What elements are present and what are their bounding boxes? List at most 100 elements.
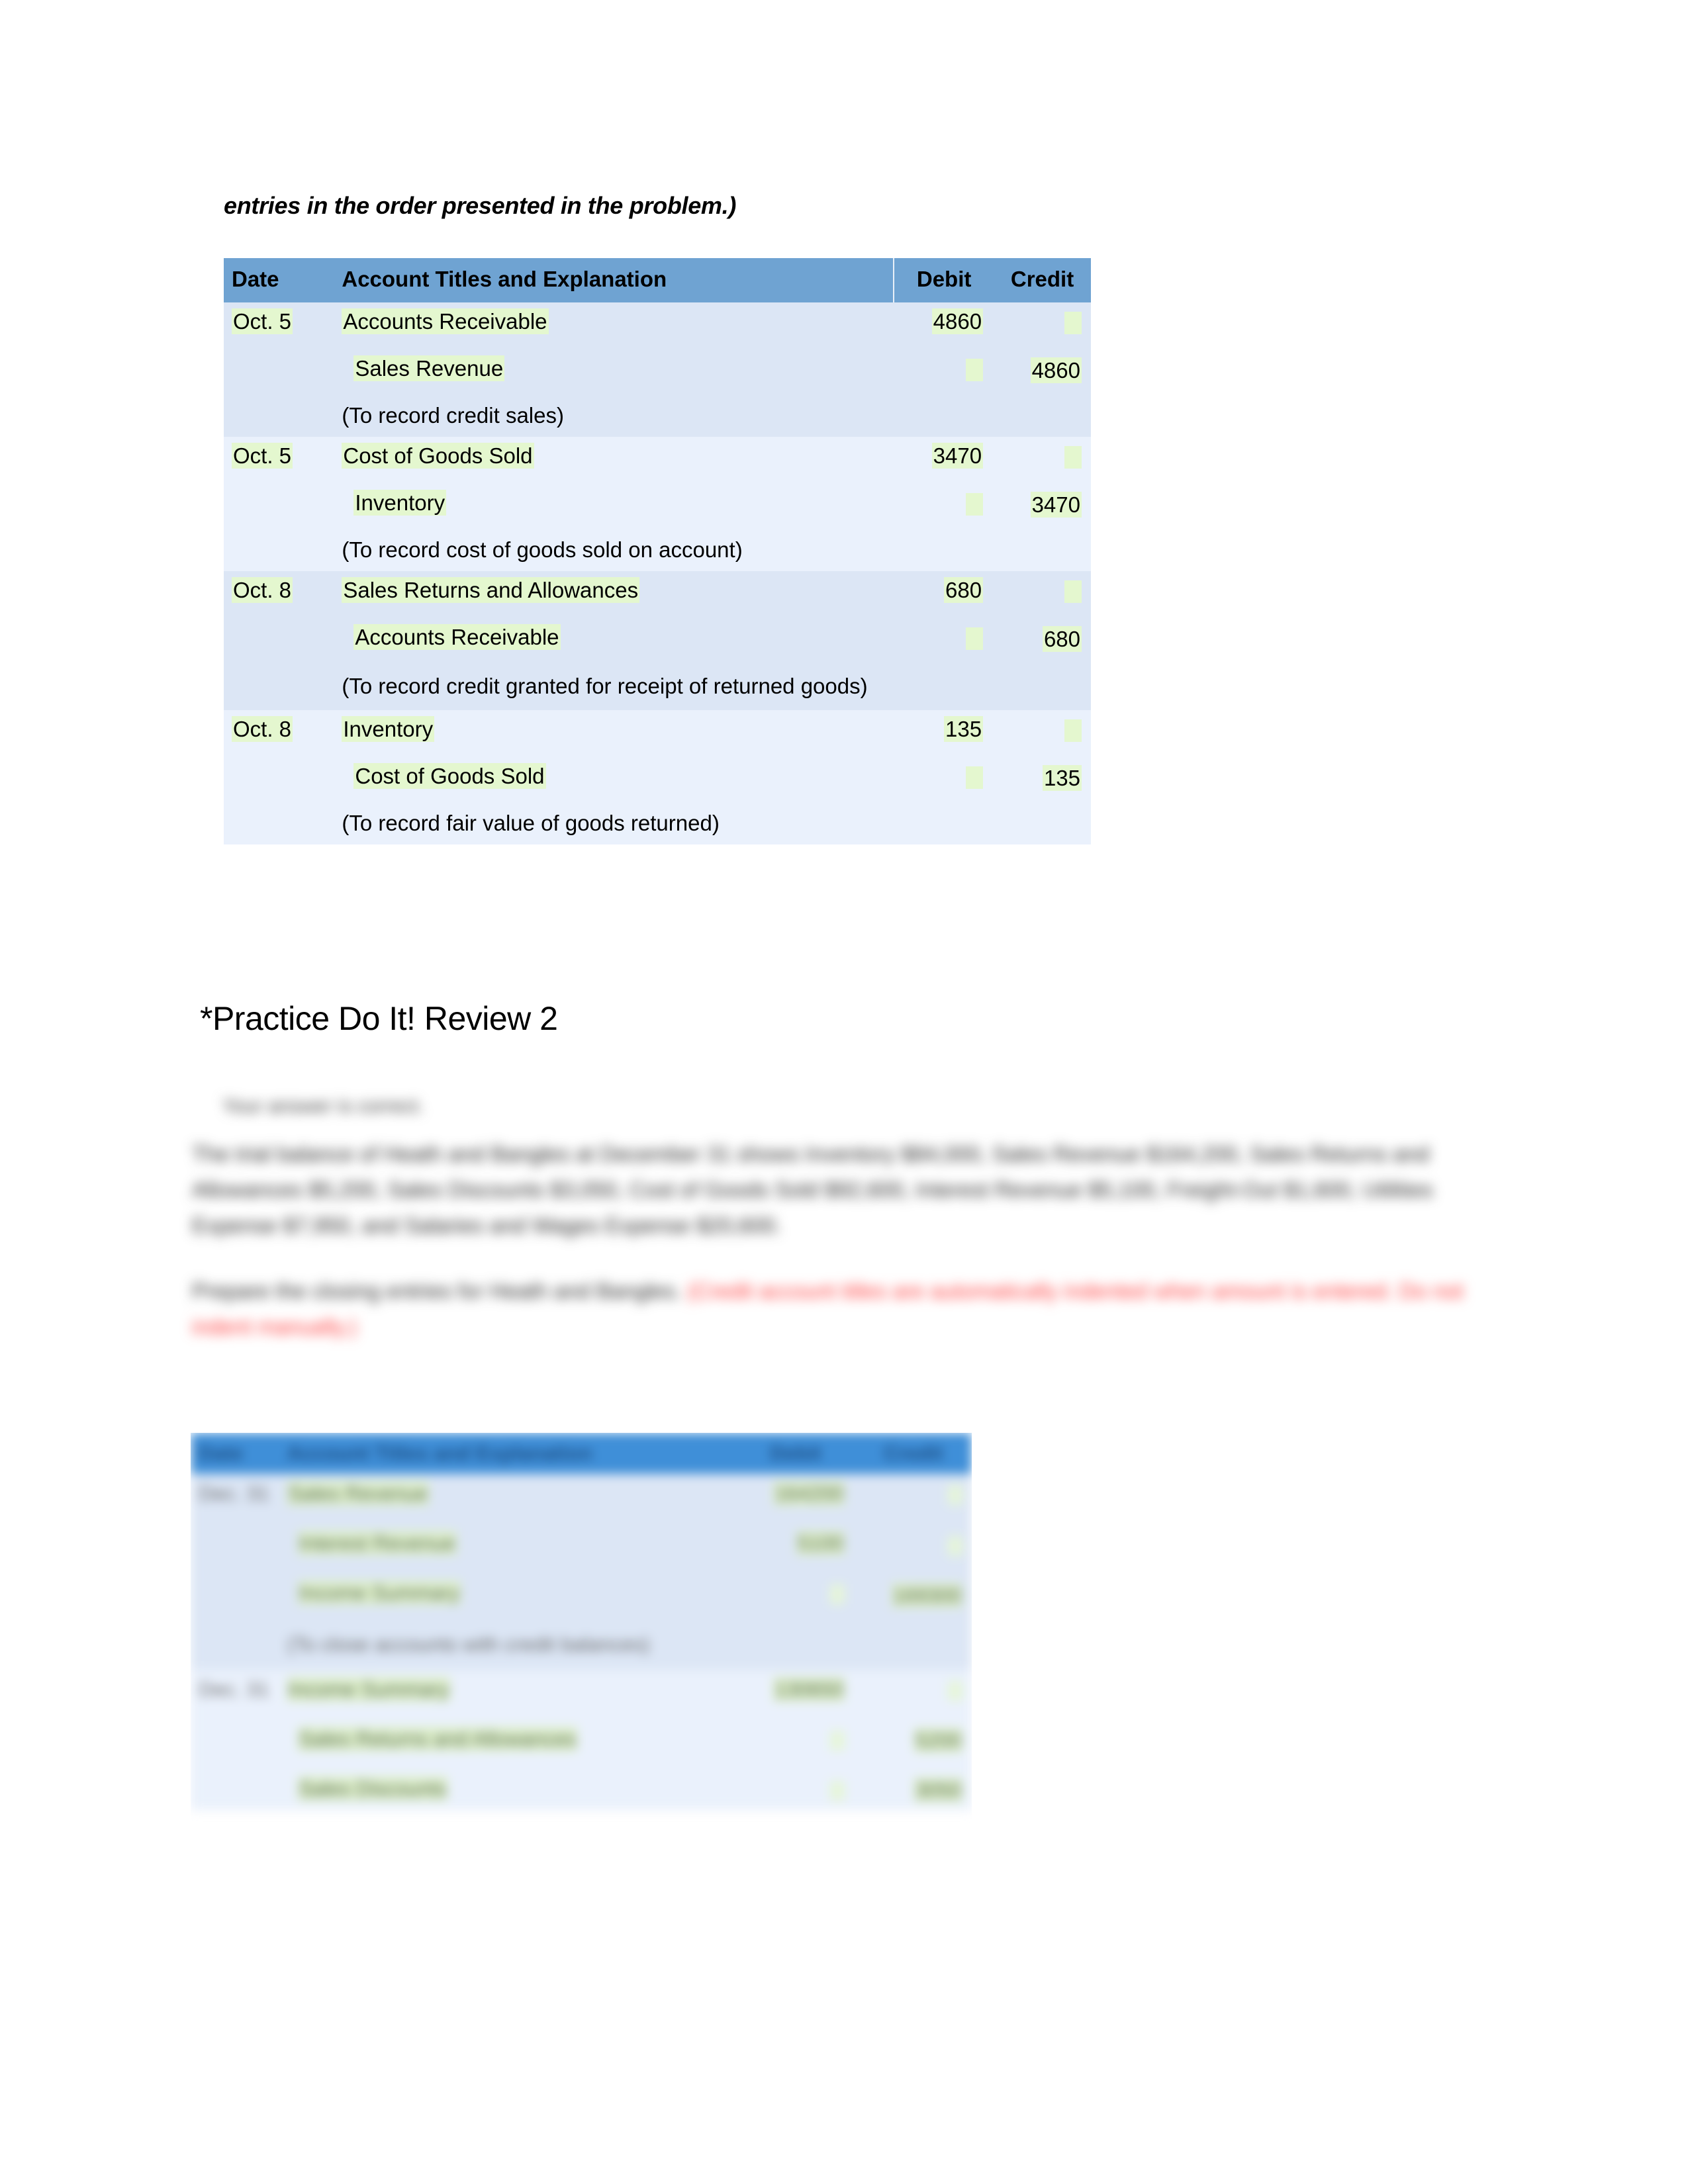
entry-explanation: (To record cost of goods sold on account… xyxy=(342,537,743,562)
entry-date: Oct. 5 xyxy=(232,442,293,469)
intro-instruction-line: entries in the order presented in the pr… xyxy=(224,192,737,219)
debit-amount-2: 164200 xyxy=(773,1481,845,1506)
account-name-2: Interest Revenue xyxy=(297,1531,457,1556)
credit-account-name: Accounts Receivable xyxy=(353,623,561,650)
debit-blank-box-2 xyxy=(829,1730,845,1751)
entry-debit-cell: 4860 xyxy=(894,302,993,437)
credit-amount: 680 xyxy=(1042,626,1082,653)
column-header-credit: Credit xyxy=(992,258,1091,302)
entry-date-cell: Oct. 5 xyxy=(224,436,334,571)
entry-debit-cell-2: 130650 xyxy=(735,1669,854,1811)
answer-status-label: Your answer is correct. xyxy=(222,1095,424,1117)
entry-credit-cell-2: 5200 3050 xyxy=(853,1669,972,1811)
credit-amount-2: 5200 xyxy=(914,1727,962,1752)
entry-date-cell: Oct. 8 xyxy=(224,570,334,710)
credit-account-name: Cost of Goods Sold xyxy=(353,762,546,789)
closing-entries-table: Date Account Titles and Explanation Debi… xyxy=(191,1433,972,1811)
debit-account-name: Accounts Receivable xyxy=(342,308,549,334)
debit-blank-box xyxy=(966,766,984,789)
credit-account-name: Inventory xyxy=(353,489,447,516)
table-row: Dec. 31 Income Summary Sales Returns and… xyxy=(191,1669,972,1811)
entry-accounts-cell: Accounts Receivable Sales Revenue (To re… xyxy=(334,302,894,437)
entry-explanation-2: (To close accounts with credit balances) xyxy=(287,1633,650,1657)
entry-date-2: Dec. 31 xyxy=(199,1677,269,1701)
credit-amount: 3470 xyxy=(1030,492,1082,518)
column-header-account-2: Account Titles and Explanation xyxy=(279,1433,736,1475)
table-row: Oct. 8 Inventory Cost of Goods Sold (To … xyxy=(224,709,1091,844)
document-page: entries in the order presented in the pr… xyxy=(0,0,1688,2184)
journal2-header-row: Date Account Titles and Explanation Debi… xyxy=(191,1433,972,1475)
journal-table-header-row: Date Account Titles and Explanation Debi… xyxy=(224,258,1091,302)
entry-date: Oct. 8 xyxy=(232,715,293,742)
entry-date-cell: Oct. 5 xyxy=(224,302,334,437)
entry-accounts-cell-2: Sales Revenue Interest Revenue Income Su… xyxy=(279,1474,736,1670)
debit-blank-box-2 xyxy=(829,1781,845,1801)
credit-blank-box-2 xyxy=(948,1680,962,1701)
debit-blank-box xyxy=(966,627,984,651)
entry-debit-cell: 680 xyxy=(894,570,993,710)
column-header-date: Date xyxy=(224,258,334,302)
credit-amount-2: 169300 xyxy=(891,1582,962,1608)
debit-amount-2: 130650 xyxy=(773,1676,845,1702)
table-row: Oct. 5 Accounts Receivable Sales Revenue… xyxy=(224,302,1091,437)
entry-credit-cell: 135 xyxy=(992,709,1091,844)
credit-blank-box xyxy=(1064,719,1082,742)
account-name-2: Sales Revenue xyxy=(287,1481,429,1506)
credit-blank-box-2 xyxy=(948,1535,962,1556)
instruction-paragraph: Prepare the closing entries for Heath an… xyxy=(192,1273,1489,1345)
column-header-date-2: Date xyxy=(191,1433,279,1475)
column-header-debit-2: Debit xyxy=(735,1433,854,1475)
entry-debit-cell-2: 164200 5100 xyxy=(735,1474,854,1670)
entry-date-cell-2: Dec. 31 xyxy=(191,1669,279,1811)
debit-account-name: Cost of Goods Sold xyxy=(342,442,534,469)
entry-date: Oct. 8 xyxy=(232,576,293,603)
entry-credit-cell: 3470 xyxy=(992,436,1091,571)
entry-accounts-cell-2: Income Summary Sales Returns and Allowan… xyxy=(279,1669,736,1811)
column-header-debit: Debit xyxy=(893,258,993,302)
problem-paragraph: The trial balance of Heath and Bangles a… xyxy=(192,1142,1433,1238)
debit-amount: 135 xyxy=(944,715,984,742)
page-title: *Practice Do It! Review 2 xyxy=(200,1000,558,1037)
credit-amount: 135 xyxy=(1042,764,1082,791)
table-row: Oct. 8 Sales Returns and Allowances Acco… xyxy=(224,570,1091,710)
entry-explanation: (To record fair value of goods returned) xyxy=(342,810,720,835)
entry-debit-cell: 3470 xyxy=(894,436,993,571)
blurred-problem-statement: Your answer is correct. The trial balanc… xyxy=(192,1095,1489,1375)
account-name-2: Income Summary xyxy=(297,1580,461,1606)
entry-credit-cell: 680 xyxy=(992,570,1091,710)
credit-blank-box xyxy=(1064,312,1082,335)
account-name-2: Income Summary xyxy=(287,1676,451,1702)
closing-entries-table-container: Date Account Titles and Explanation Debi… xyxy=(191,1433,972,1929)
entry-date-cell-2: Dec. 31 xyxy=(191,1474,279,1670)
debit-account-name: Sales Returns and Allowances xyxy=(342,576,640,603)
debit-account-name: Inventory xyxy=(342,715,435,742)
column-header-account: Account Titles and Explanation xyxy=(334,258,894,302)
account-name-2: Sales Discounts xyxy=(297,1776,447,1801)
credit-blank-box xyxy=(1064,446,1082,469)
entry-credit-cell: 4860 xyxy=(992,302,1091,437)
credit-account-name: Sales Revenue xyxy=(353,355,505,381)
credit-blank-box xyxy=(1064,580,1082,604)
entry-accounts-cell: Sales Returns and Allowances Accounts Re… xyxy=(334,570,894,710)
entry-accounts-cell: Cost of Goods Sold Inventory (To record … xyxy=(334,436,894,571)
table-row: Oct. 5 Cost of Goods Sold Inventory (To … xyxy=(224,436,1091,571)
entry-explanation: (To record credit sales) xyxy=(342,402,564,428)
table-row: Dec. 31 Sales Revenue Interest Revenue I… xyxy=(191,1474,972,1670)
entry-accounts-cell: Inventory Cost of Goods Sold (To record … xyxy=(334,709,894,844)
credit-blank-box-2 xyxy=(948,1484,962,1505)
entry-date: Oct. 5 xyxy=(232,308,293,334)
entry-date-2: Dec. 31 xyxy=(199,1482,269,1506)
journal-entry-table: Date Account Titles and Explanation Debi… xyxy=(224,258,1091,844)
instruction-text-black: Prepare the closing entries for Heath an… xyxy=(192,1279,682,1304)
debit-blank-box xyxy=(966,493,984,516)
entry-explanation: (To record credit granted for receipt of… xyxy=(342,673,868,698)
debit-blank-box xyxy=(966,359,984,382)
column-header-credit-2: Credit xyxy=(853,1433,972,1475)
account-name-2: Sales Returns and Allowances xyxy=(297,1726,578,1751)
debit-amount: 3470 xyxy=(931,442,984,469)
entry-credit-cell-2: 169300 xyxy=(853,1474,972,1670)
debit-blank-box-2 xyxy=(829,1584,845,1604)
debit-amount: 680 xyxy=(944,576,984,603)
debit-amount: 4860 xyxy=(931,308,984,334)
debit-amount-2: 5100 xyxy=(796,1531,845,1556)
